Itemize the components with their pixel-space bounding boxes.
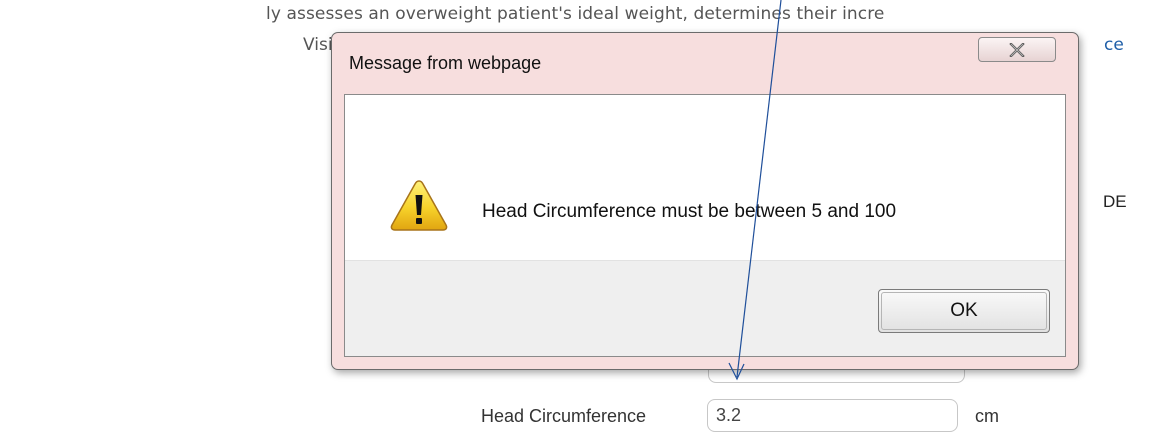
head-circumference-input[interactable]: [707, 399, 958, 432]
head-circumference-label: Head Circumference: [481, 406, 647, 426]
intro-text: ly assesses an overweight patient's idea…: [266, 4, 885, 24]
dialog-footer: OK: [345, 260, 1065, 356]
dialog-title: Message from webpage: [349, 53, 542, 73]
warning-icon: [390, 180, 448, 231]
dialog-close-button[interactable]: [978, 37, 1056, 62]
close-icon: [1009, 42, 1025, 57]
dialog-body: Head Circumference must be between 5 and…: [344, 94, 1066, 357]
reference-link[interactable]: ce: [1104, 35, 1124, 55]
background-text-fragment: DE: [1103, 192, 1127, 211]
webpage: ly assesses an overweight patient's idea…: [0, 0, 1157, 443]
dialog-message: Head Circumference must be between 5 and…: [482, 201, 897, 222]
ok-button[interactable]: OK: [878, 289, 1050, 333]
alert-dialog: Message from webpage Head Circumference …: [331, 32, 1079, 370]
ok-button-label: OK: [950, 300, 978, 321]
head-circumference-unit: cm: [975, 406, 999, 426]
dialog-content: Head Circumference must be between 5 and…: [345, 95, 1065, 260]
